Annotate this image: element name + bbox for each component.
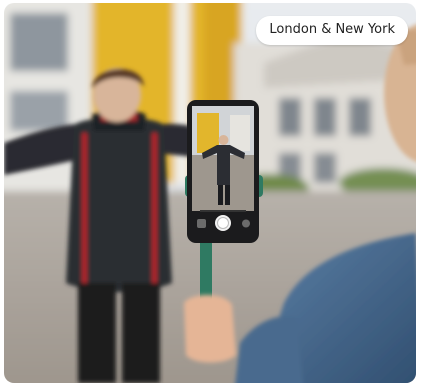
phone-device [187,100,259,243]
scene-photo [4,3,416,383]
photo-frame: London & New York [4,3,416,383]
location-badge: London & New York [256,16,408,45]
